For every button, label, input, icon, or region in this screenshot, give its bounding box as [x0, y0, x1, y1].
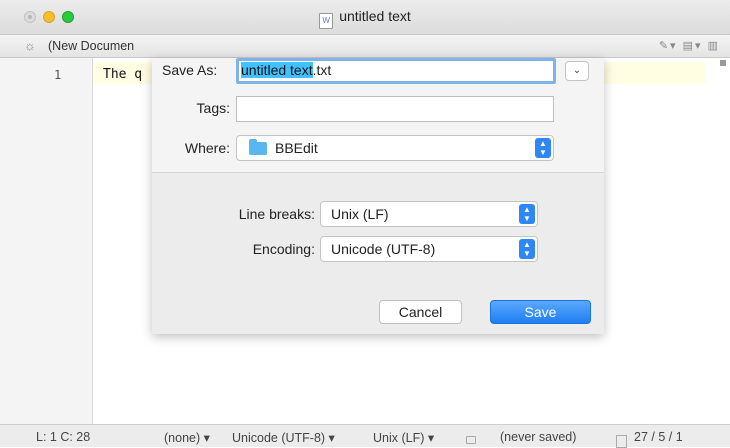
cancel-button[interactable]: Cancel	[379, 300, 462, 324]
tags-label: Tags:	[196, 100, 230, 116]
save-as-label: Save As:	[162, 62, 218, 78]
document-stats[interactable]: 27 / 5 / 1	[634, 430, 683, 444]
save-button[interactable]: Save	[490, 300, 591, 324]
saved-state: (never saved)	[500, 430, 577, 444]
filename-selection: untitled text	[241, 62, 313, 78]
folder-icon	[249, 139, 267, 155]
line-breaks-menu[interactable]: Unix (LF) ▾	[373, 430, 434, 445]
title-bar: Wuntitled text	[0, 0, 730, 35]
document-popup[interactable]: (New Documen	[48, 39, 134, 53]
save-as-field[interactable]: untitled text.txt	[236, 58, 556, 84]
navigation-bar: ☼ (New Documen ✎▾ ▤▾ ▥	[0, 35, 730, 58]
where-label: Where:	[184, 140, 230, 156]
encoding-value: Unicode (UTF-8)	[331, 241, 436, 257]
gear-icon[interactable]: ☼	[24, 38, 36, 53]
tags-field[interactable]	[236, 96, 554, 122]
expand-dialog-button[interactable]: ⌄	[565, 61, 589, 81]
encoding-popup[interactable]: Unicode (UTF-8) ▲ ▼	[320, 236, 538, 262]
cursor-position[interactable]: L: 1 C: 28	[36, 430, 90, 444]
chevron-updown-icon: ▲ ▼	[535, 138, 551, 158]
status-bar: L: 1 C: 28 (none) ▾ Unicode (UTF-8) ▾ Un…	[0, 424, 730, 448]
save-dialog: Save As: untitled text.txt ⌄ Tags: Where…	[152, 58, 604, 334]
where-popup[interactable]: BBEdit ▲ ▼	[236, 135, 554, 161]
window-title: Wuntitled text	[0, 8, 730, 29]
language-menu[interactable]: (none) ▾	[164, 430, 210, 445]
filename-extension: .txt	[312, 62, 332, 78]
line-number: 1	[54, 68, 62, 82]
encoding-label: Encoding:	[252, 241, 315, 257]
chevron-updown-icon: ▲ ▼	[519, 239, 535, 259]
toolbar-tools[interactable]: ✎▾ ▤▾ ▥	[659, 39, 720, 52]
editor-text[interactable]: The q	[103, 67, 142, 82]
document-icon: W	[319, 13, 334, 29]
scrollbar-marker[interactable]	[720, 60, 726, 66]
line-breaks-popup[interactable]: Unix (LF) ▲ ▼	[320, 201, 538, 227]
line-breaks-label: Line breaks:	[238, 206, 315, 222]
chevron-updown-icon: ▲ ▼	[519, 204, 535, 224]
line-number-gutter	[0, 58, 93, 424]
where-value: BBEdit	[275, 140, 318, 156]
encoding-menu[interactable]: Unicode (UTF-8) ▾	[232, 430, 335, 445]
window-title-text: untitled text	[339, 8, 411, 24]
line-breaks-value: Unix (LF)	[331, 206, 389, 222]
